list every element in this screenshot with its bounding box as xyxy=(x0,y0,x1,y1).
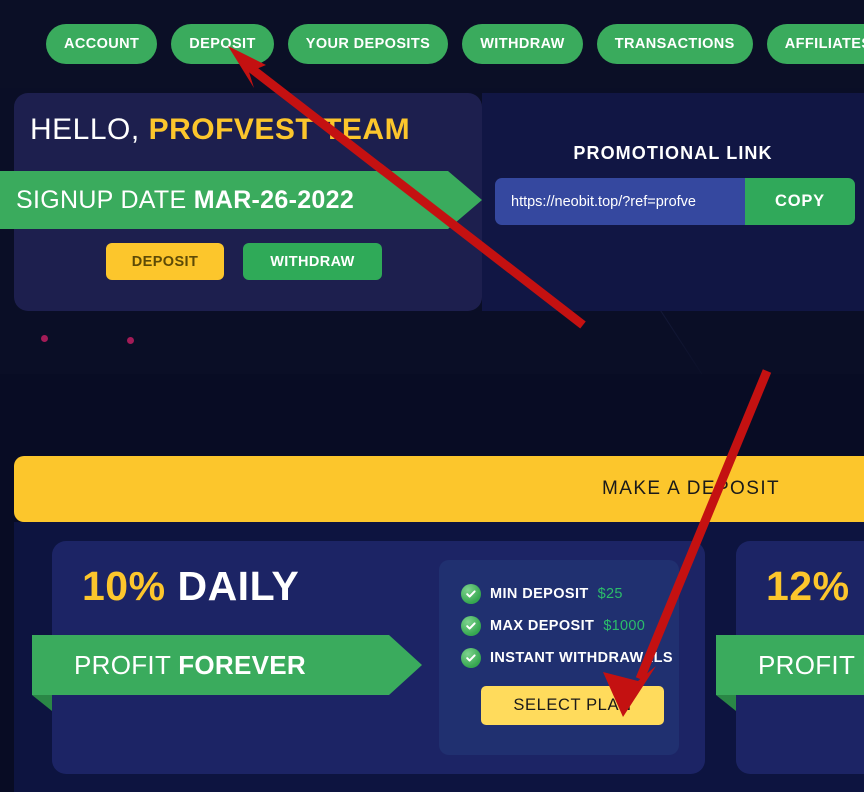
nav-transactions-button[interactable]: TRANSACTIONS xyxy=(596,24,753,64)
plan-profit-text: PROFIT FOREVER xyxy=(716,650,864,681)
top-navigation: ACCOUNT DEPOSIT YOUR DEPOSITS WITHDRAW T… xyxy=(0,0,864,88)
check-circle-icon xyxy=(461,616,481,636)
plan-feature: MIN DEPOSIT $25 xyxy=(461,584,679,604)
greeting-prefix: HELLO, xyxy=(30,113,149,146)
select-plan-button[interactable]: SELECT PLAN xyxy=(481,686,664,725)
signup-date-value: MAR-26-2022 xyxy=(193,185,355,214)
decor-dot xyxy=(127,337,134,344)
promotional-link-input[interactable] xyxy=(495,178,745,225)
feature-value: $25 xyxy=(597,586,623,602)
feature-label: MIN DEPOSIT xyxy=(490,586,589,602)
plans-carousel: 10% DAILY PROFIT FOREVER MIN DEPOSIT $25 xyxy=(14,522,864,792)
nav-withdraw-button[interactable]: WITHDRAW xyxy=(462,24,583,64)
plan-feature: INSTANT WITHDRAWALS xyxy=(461,648,679,668)
section-divider xyxy=(0,374,864,445)
nav-your-deposits-button[interactable]: YOUR DEPOSITS xyxy=(287,24,449,64)
hero-withdraw-button[interactable]: WITHDRAW xyxy=(243,243,382,280)
plan-profit-text: PROFIT FOREVER xyxy=(32,650,306,681)
feature-label: INSTANT WITHDRAWALS xyxy=(490,650,673,666)
make-deposit-title: MAKE A DEPOSIT xyxy=(602,478,780,499)
page-title: HELLO, PROFVEST TEAM xyxy=(30,113,410,147)
nav-account-button[interactable]: ACCOUNT xyxy=(46,24,158,64)
hero-deposit-button[interactable]: DEPOSIT xyxy=(106,243,224,280)
signup-date-ribbon: SIGNUP DATE MAR-26-2022 xyxy=(0,171,482,229)
profit-prefix: PROFIT xyxy=(758,649,863,680)
check-circle-icon xyxy=(461,584,481,604)
plan-rate: 10% DAILY xyxy=(82,563,299,610)
nav-deposit-button[interactable]: DEPOSIT xyxy=(171,24,274,64)
make-deposit-header: MAKE A DEPOSIT xyxy=(14,456,864,522)
nav-affiliates-button[interactable]: AFFILIATES xyxy=(766,24,864,64)
signup-date-text: SIGNUP DATE MAR-26-2022 xyxy=(0,186,354,215)
check-circle-icon xyxy=(461,648,481,668)
hero-section: HELLO, PROFVEST TEAM SIGNUP DATE MAR-26-… xyxy=(0,88,864,374)
deposit-section: MAKE A DEPOSIT 10% DAILY PROFIT FOREVER … xyxy=(0,445,864,792)
ribbon-fold-decor xyxy=(716,695,736,711)
plan-card[interactable]: 12% DAILY PROFIT FOREVER MIN DEPOSIT $25 xyxy=(716,541,864,774)
feature-value: $1000 xyxy=(603,618,646,634)
plan-percent: 12% xyxy=(766,563,850,609)
copy-link-button[interactable]: COPY xyxy=(745,178,855,225)
plan-feature: MAX DEPOSIT $1000 xyxy=(461,616,679,636)
page-root: ACCOUNT DEPOSIT YOUR DEPOSITS WITHDRAW T… xyxy=(0,0,864,792)
profit-term: FOREVER xyxy=(178,649,306,680)
signup-label: SIGNUP DATE xyxy=(16,185,194,214)
plan-profit-ribbon: PROFIT FOREVER xyxy=(32,635,422,695)
feature-label: MAX DEPOSIT xyxy=(490,618,595,634)
plan-profit-ribbon: PROFIT FOREVER xyxy=(716,635,864,695)
hero-action-buttons: DEPOSIT WITHDRAW xyxy=(106,243,382,280)
username: PROFVEST TEAM xyxy=(148,113,411,146)
plan-card[interactable]: 10% DAILY PROFIT FOREVER MIN DEPOSIT $25 xyxy=(32,541,705,774)
plan-period: DAILY xyxy=(177,563,300,609)
ribbon-fold-decor xyxy=(32,695,52,711)
plan-rate: 12% DAILY xyxy=(766,563,864,610)
promotional-link-title: PROMOTIONAL LINK xyxy=(573,143,773,163)
decor-dot xyxy=(41,335,48,342)
plan-details-panel: MIN DEPOSIT $25 MAX DEPOSIT $1000 INSTAN… xyxy=(439,560,679,755)
profit-prefix: PROFIT xyxy=(74,649,179,680)
plan-percent: 10% xyxy=(82,563,166,609)
promotional-link-row: COPY xyxy=(495,178,855,225)
